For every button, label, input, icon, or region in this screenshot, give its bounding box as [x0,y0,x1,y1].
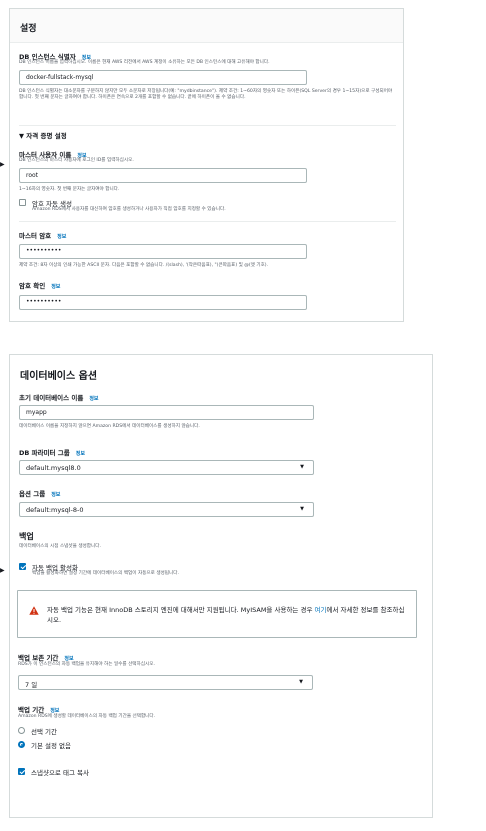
confirm-password-info-link[interactable]: 정보 [51,284,60,290]
caret-down-icon: ▼ [299,679,303,685]
master-password-info-link[interactable]: 정보 [57,234,66,240]
backup-title: 백업 [19,532,34,541]
master-username-desc: DB 인스턴스의 마스터 사용자에 로그인 ID를 입력하십시오. [19,158,134,163]
backup-desc: 데이터베이스의 시점 스냅샷을 생성합니다. [19,544,101,549]
retention-value: 7 일 [25,681,38,689]
initial-db-label: 초기 데이터베이스 이름 정보 [19,394,99,402]
copy-tags-label: 스냅샷으로 태그 복사 [31,769,89,777]
param-group-info-link[interactable]: 정보 [76,451,85,457]
backup-window-option-none: 기본 설정 없음 [31,742,72,750]
backup-window-option-select: 선택 기간 [31,728,57,736]
initial-db-desc: 데이터베이스 이름을 지정하지 않으면 Amazon RDS에서 데이터베이스를… [19,424,200,429]
master-username-input[interactable]: root [19,168,307,183]
innodb-warning-alert: 자동 백업 기능은 현재 InnoDB 스토리지 엔진에 대해서만 지원됩니다.… [17,590,417,638]
credentials-toggle[interactable]: ▼ 자격 증명 설정 [19,130,67,140]
option-group-value: default:mysql-8-0 [26,506,84,514]
alert-link[interactable]: 여기 [315,606,327,614]
db-identifier-input[interactable]: docker-fullstack-mysql [19,70,307,85]
backup-window-desc: Amazon RDS에 생성할 데이터베이스의 자동 백업 기간을 선택합니다. [18,714,156,719]
master-password-label: 마스터 암호 정보 [19,232,67,240]
auto-password-checkbox[interactable] [19,199,26,206]
backup-window-radio-select[interactable] [18,727,25,734]
param-group-select[interactable]: default.mysql8.0 ▼ [19,460,314,475]
copy-tags-checkbox[interactable] [18,768,25,775]
initial-db-info-link[interactable]: 정보 [89,396,98,402]
auto-backup-checkbox[interactable] [19,563,26,570]
db-options-panel: 데이터베이스 옵션 초기 데이터베이스 이름 정보 myapp 데이터베이스 이름… [9,354,433,818]
caret-down-icon: ▼ [300,506,304,512]
param-group-value: default.mysql8.0 [26,464,81,472]
confirm-password-input[interactable]: •••••••••• [19,295,307,310]
master-password-input[interactable]: •••••••••• [19,244,307,259]
db-identifier-desc: DB 인스턴스 이름을 입력하십시오. 이름은 현재 AWS 리전에서 AWS … [19,60,270,65]
backup-window-label: 백업 기간 정보 [18,706,60,714]
caret-down-icon: ▼ [300,464,304,470]
param-group-label: DB 파라미터 그룹 정보 [19,449,85,457]
backup-window-radio-none[interactable] [18,741,25,748]
divider [19,125,396,126]
arrow-pointer-icon: ▶ [0,567,5,574]
master-username-constraint: 1~16자의 영숫자. 첫 번째 문자는 글자여야 합니다. [19,187,120,192]
retention-label: 백업 보존 기간 정보 [18,654,74,662]
master-password-constraint: 제약 조건: 8자 이상의 인쇄 가능한 ASCII 문자. 다음은 포함할 수… [19,263,269,268]
option-group-info-link[interactable]: 정보 [51,492,60,498]
confirm-password-label: 암호 확인 정보 [19,282,61,290]
arrow-pointer-icon: ▶ [0,161,5,168]
auto-backup-desc: 백업을 활성화하면 설정 기간에 데이터베이스의 백업이 자동으로 생성됩니다. [32,571,179,576]
settings-title: 설정 [20,24,37,34]
db-options-title: 데이터베이스 옵션 [20,371,98,382]
warning-icon [29,606,39,615]
auto-password-desc: Amazon RDS에서 사용자를 대신하여 암호를 생성하거나 사용자가 직접… [32,207,226,212]
initial-db-input[interactable]: myapp [19,405,314,420]
settings-panel: 설정 DB 인스턴스 식별자 정보 DB 인스턴스 이름을 입력하십시오. 이름은… [9,8,404,322]
settings-header: 설정 [10,9,403,43]
retention-desc: RDS가 이 인스턴스의 자동 백업을 유지해야 하는 일수를 선택하십시오. [18,662,155,667]
option-group-label: 옵션 그룹 정보 [19,490,61,498]
retention-select[interactable]: 7 일 ▼ [18,675,313,690]
divider [19,221,396,222]
alert-text: 자동 백업 기능은 현재 InnoDB 스토리지 엔진에 대해서만 지원됩니다.… [47,606,405,624]
db-identifier-constraint: DB 인스턴스 식별자는 대소문자를 구분하지 않지만 모두 소문자로 저장됩니… [19,89,393,101]
option-group-select[interactable]: default:mysql-8-0 ▼ [19,502,314,517]
